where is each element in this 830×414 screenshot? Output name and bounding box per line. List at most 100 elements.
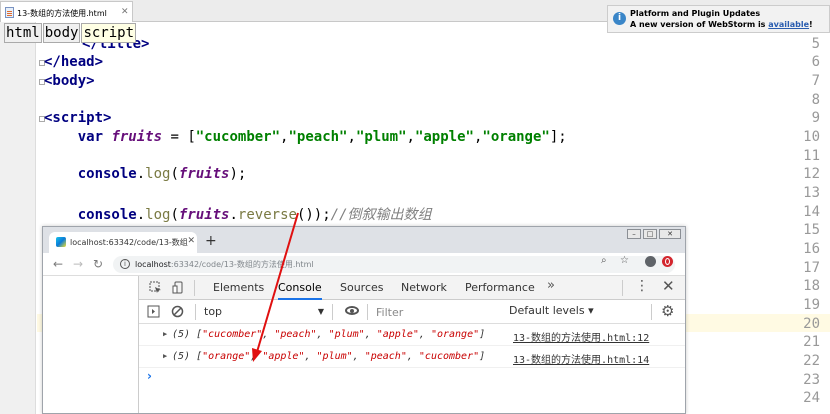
- gear-icon[interactable]: ⚙: [661, 302, 674, 320]
- maximize-icon[interactable]: □: [643, 229, 657, 239]
- array-count: (5): [172, 351, 191, 362]
- variable-name: fruits: [178, 207, 230, 223]
- close-devtools-icon[interactable]: ✕: [662, 277, 675, 295]
- forward-icon[interactable]: →: [73, 257, 83, 271]
- console-prompt[interactable]: ›: [147, 369, 152, 383]
- available-link[interactable]: available: [768, 20, 809, 29]
- url-host: localhost: [135, 260, 171, 269]
- closing-head-tag: </head>: [44, 54, 104, 70]
- inspect-icon[interactable]: [149, 281, 162, 294]
- console-filter-input[interactable]: [376, 304, 496, 320]
- star-icon[interactable]: ☆: [620, 255, 629, 266]
- source-link[interactable]: 13-数组的方法使用.html:14: [513, 351, 649, 366]
- tab-console[interactable]: Console: [278, 276, 322, 300]
- array-item: "cucomber": [418, 351, 480, 362]
- notification-exclaim: !: [809, 20, 813, 29]
- html-file-icon: [5, 7, 14, 18]
- browser-tab-strip: localhost:63342/code/13-数组 ✕ + – □ ✕: [43, 227, 685, 253]
- console-log-row[interactable]: ▶ (5) ["orange", "apple", "plum", "peach…: [139, 346, 685, 368]
- address-bar[interactable]: i localhost:63342/code/13-数组的方法使用.html: [113, 256, 675, 273]
- minimize-icon[interactable]: –: [627, 229, 641, 239]
- string-literal: "peach": [288, 129, 348, 145]
- variable-name: fruits: [111, 129, 163, 145]
- console-object: console: [77, 207, 137, 223]
- page-info-icon[interactable]: i: [120, 259, 130, 269]
- log-entry: (5) ["cucomber", "peach", "plum", "apple…: [172, 329, 486, 340]
- context-selector[interactable]: top ▼: [204, 304, 324, 320]
- reload-icon[interactable]: ↻: [93, 257, 103, 271]
- browser-window: localhost:63342/code/13-数组 ✕ + – □ ✕ ← →…: [42, 226, 686, 414]
- expand-triangle-icon[interactable]: ▶: [163, 330, 167, 338]
- browser-toolbar: ← → ↻ i localhost:63342/code/13-数组的方法使用.…: [43, 253, 685, 276]
- browser-tab[interactable]: localhost:63342/code/13-数组 ✕: [49, 232, 197, 253]
- array-item: "apple": [376, 329, 419, 340]
- close-icon[interactable]: ✕: [121, 7, 129, 17]
- line-number: 23: [803, 372, 820, 388]
- divider: [194, 280, 195, 296]
- notification-body: A new version of WebStorm is available!: [630, 19, 829, 30]
- back-icon[interactable]: ←: [53, 257, 63, 271]
- line-number: 6: [811, 54, 820, 70]
- array-item: "cucomber": [202, 329, 263, 340]
- editor-tab-label: 13-数组的方法使用.html: [17, 9, 107, 18]
- close-icon[interactable]: ✕: [187, 236, 195, 246]
- tab-network[interactable]: Network: [401, 276, 447, 300]
- context-value: top: [204, 305, 223, 318]
- array-close: ];: [549, 129, 567, 145]
- reverse-method: reverse: [237, 207, 297, 223]
- array-item: "apple": [262, 351, 305, 362]
- line-number: 5: [811, 36, 820, 52]
- string-literal: "orange": [482, 129, 550, 145]
- divider: [622, 280, 623, 296]
- notification-text: A new version of WebStorm is: [630, 20, 766, 29]
- kebab-menu-icon[interactable]: ⋮: [635, 278, 649, 294]
- line-number: 24: [803, 390, 820, 406]
- clear-console-icon[interactable]: [171, 305, 184, 318]
- tab-performance[interactable]: Performance: [465, 276, 535, 300]
- divider: [195, 304, 196, 320]
- avatar[interactable]: [645, 256, 656, 267]
- string-literal: "plum": [355, 129, 407, 145]
- line-number: 16: [803, 241, 820, 257]
- expand-triangle-icon[interactable]: ▶: [163, 352, 167, 360]
- page-viewport: [43, 276, 139, 413]
- line-number: 21: [803, 334, 820, 350]
- breadcrumb-body[interactable]: body: [42, 23, 81, 43]
- new-tab-icon[interactable]: +: [205, 233, 217, 249]
- log-method: log: [145, 207, 171, 223]
- source-link[interactable]: 13-数组的方法使用.html:12: [513, 329, 649, 344]
- console-filter-bar: top ▼ Default levels ▾ ⚙: [139, 300, 685, 324]
- var-keyword: var: [77, 129, 104, 145]
- array-item: "orange": [430, 329, 480, 340]
- assignment: = [: [162, 129, 196, 145]
- tab-elements[interactable]: Elements: [213, 276, 264, 300]
- tab-sources[interactable]: Sources: [340, 276, 384, 300]
- variable-name: fruits: [178, 166, 230, 182]
- code-comment: //倒叙输出数组: [330, 207, 432, 223]
- breadcrumb-html[interactable]: html: [4, 23, 42, 43]
- line-number: 13: [803, 185, 820, 201]
- line-number: 15: [803, 222, 820, 238]
- close-window-icon[interactable]: ✕: [659, 229, 681, 239]
- console-object: console: [77, 166, 137, 182]
- device-toolbar-icon[interactable]: [172, 281, 185, 294]
- more-tabs-icon[interactable]: »: [547, 278, 555, 293]
- log-levels-dropdown[interactable]: Default levels ▾: [509, 304, 594, 317]
- webstorm-icon: [56, 237, 66, 247]
- browser-tab-title: localhost:63342/code/13-数组: [70, 238, 188, 247]
- update-notification[interactable]: i Platform and Plugin Updates A new vers…: [607, 5, 830, 33]
- line-number: 7: [811, 73, 820, 89]
- console-log-row[interactable]: ▶ (5) ["cucomber", "peach", "plum", "app…: [139, 324, 685, 346]
- editor-tab[interactable]: 13-数组的方法使用.html ✕: [0, 1, 133, 22]
- array-item: "peach": [364, 351, 407, 362]
- log-method: log: [145, 166, 171, 182]
- sidebar-toggle-icon[interactable]: [147, 305, 160, 318]
- breadcrumb-script[interactable]: script: [81, 23, 137, 43]
- extension-icon[interactable]: [662, 256, 673, 267]
- string-literal: "cucomber": [195, 129, 281, 145]
- array-item: "plum": [316, 351, 353, 362]
- code-line-9: <script>: [44, 110, 111, 126]
- eye-icon[interactable]: [345, 306, 359, 315]
- line-gutter: [0, 22, 36, 414]
- zoom-icon[interactable]: ⌕: [601, 255, 607, 266]
